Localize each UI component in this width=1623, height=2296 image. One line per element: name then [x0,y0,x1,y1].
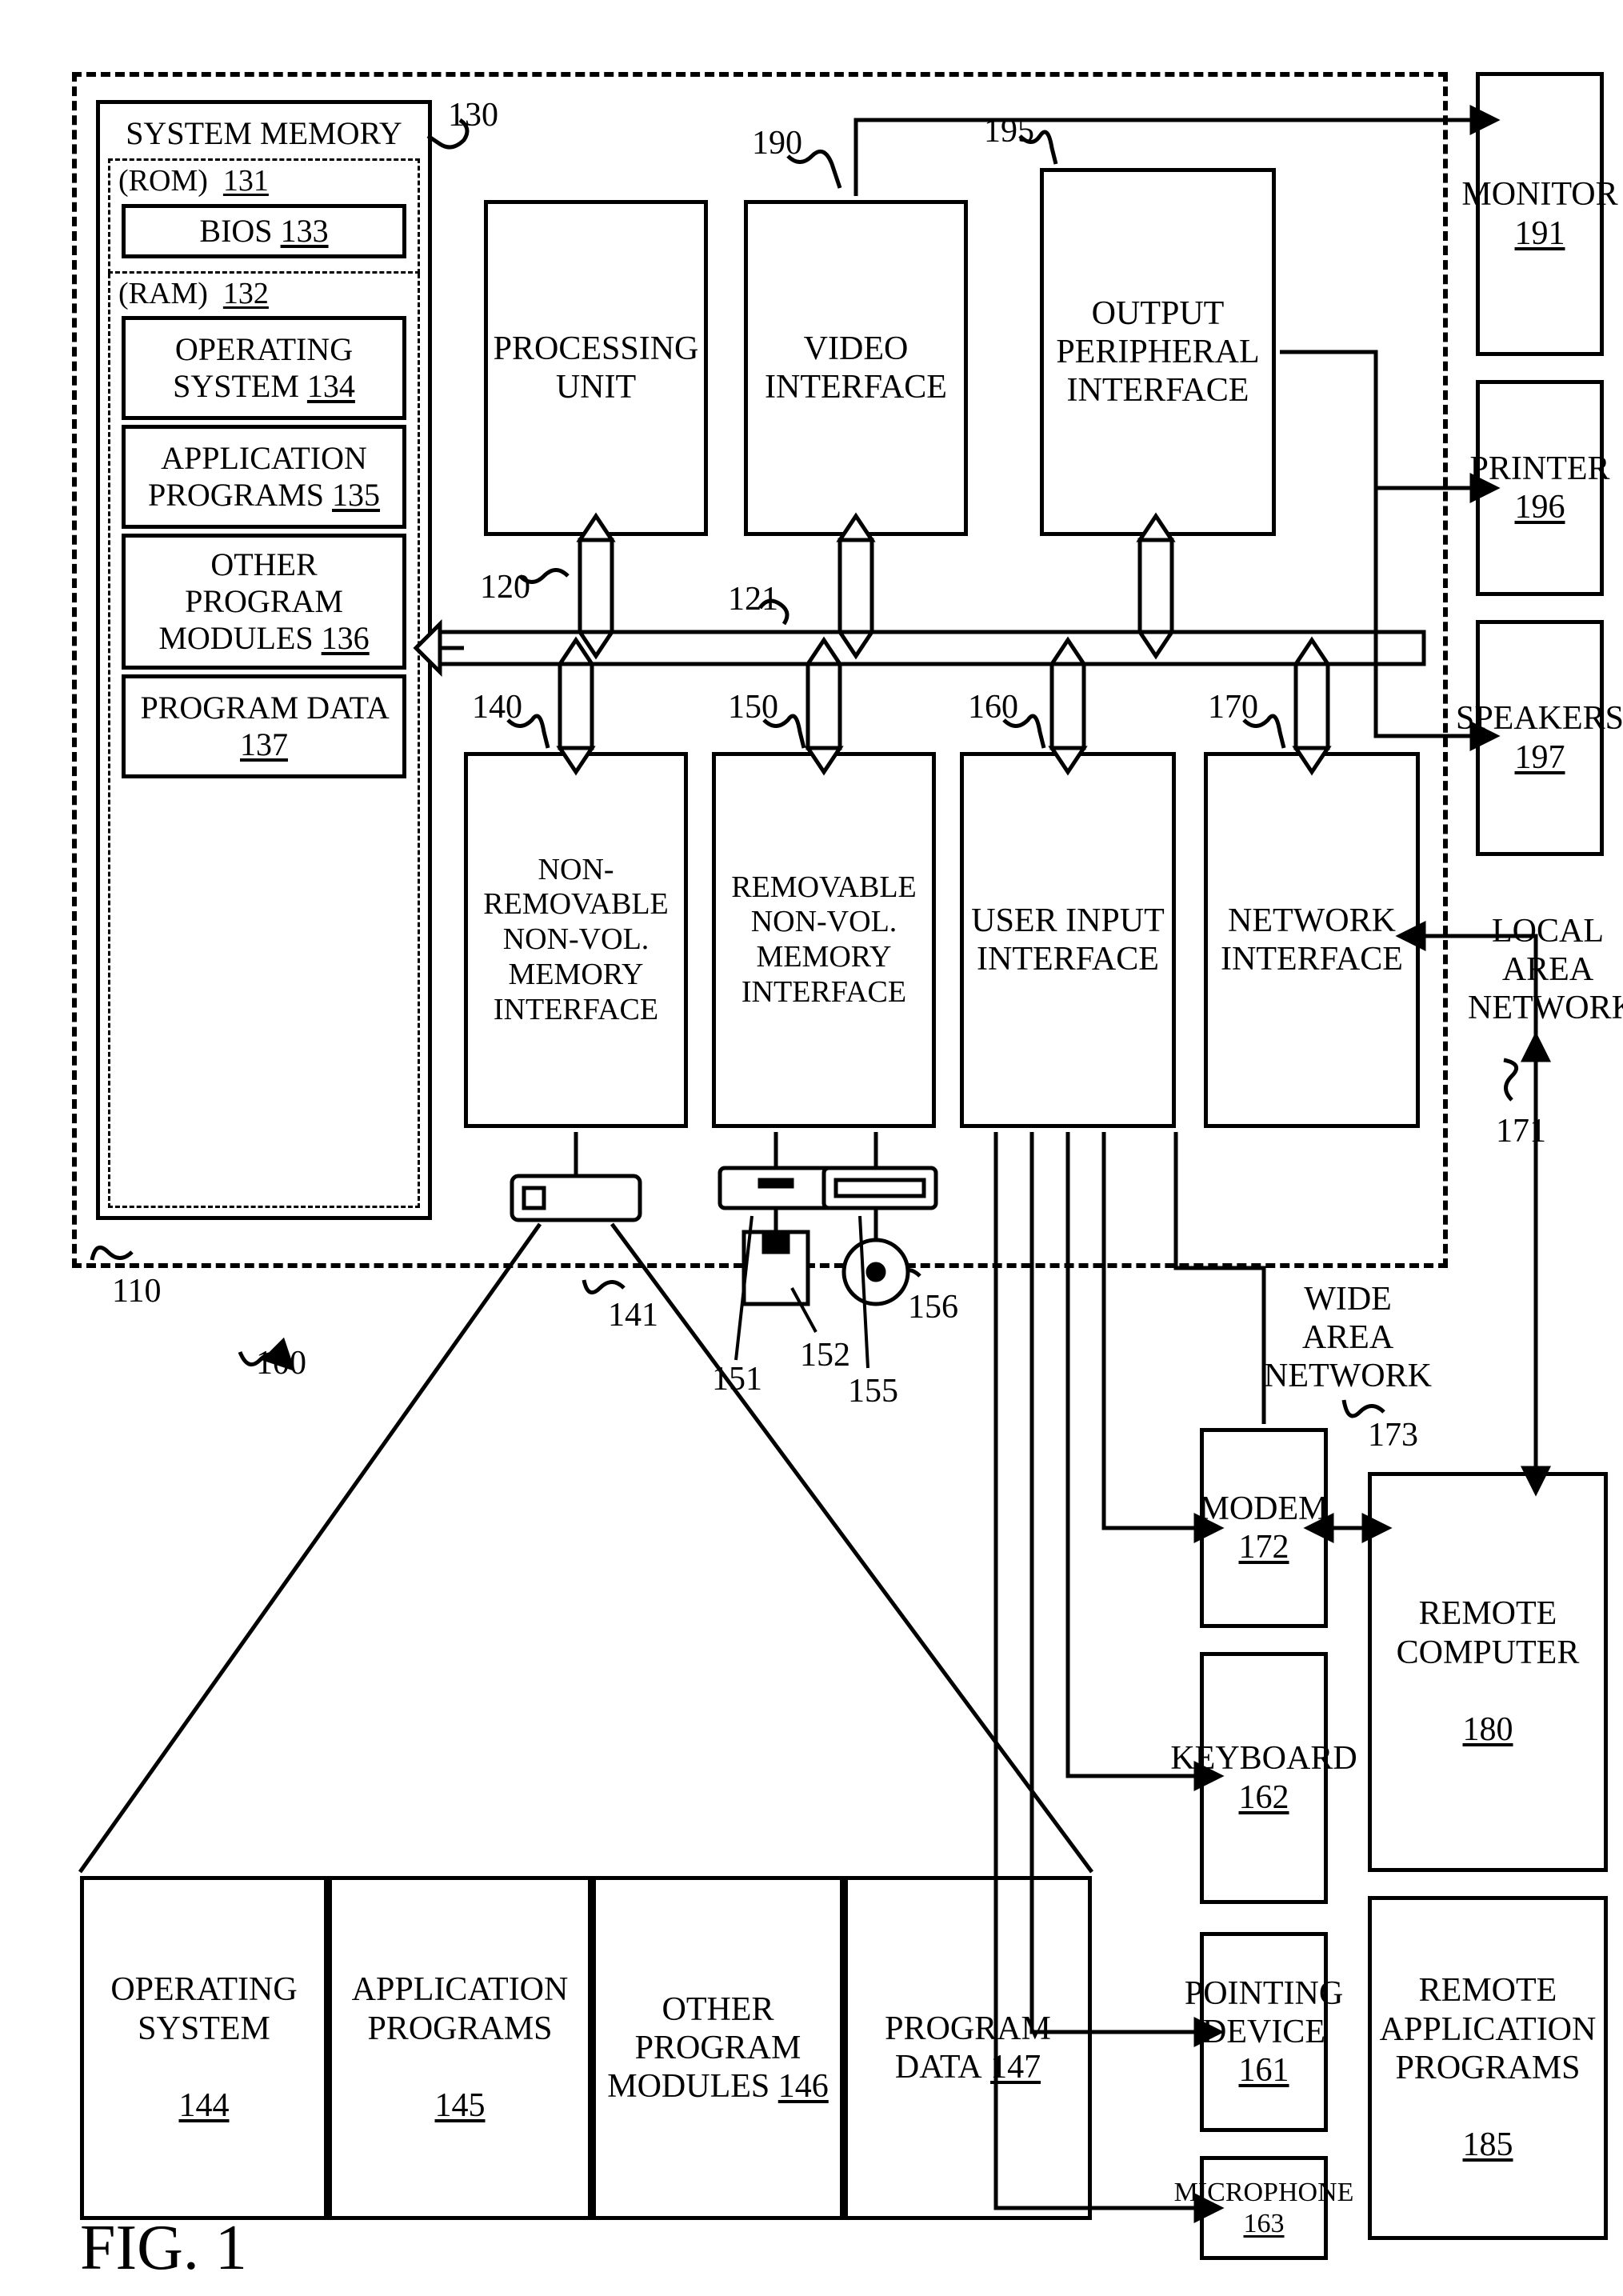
ref-151: 151 [712,1360,762,1398]
output-peripheral-interface-box: OUTPUT PERIPHERAL INTERFACE [1040,168,1276,536]
processing-unit-box: PROCESSING UNIT [484,200,708,536]
ref-160: 160 [968,688,1018,726]
apps-hdd-box: APPLICATION PROGRAMS145 [328,1876,592,2220]
ref-141: 141 [608,1296,658,1334]
ref-121: 121 [728,580,778,618]
microphone-box: MICROPHONE163 [1200,2156,1328,2260]
ref-156: 156 [908,1288,958,1326]
system-memory-box: SYSTEM MEMORY (ROM) 131 BIOS 133 (RAM) 1… [96,100,432,1220]
wan-label: WIDE AREANETWORK [1260,1280,1436,1395]
ram-label: (RAM) [118,277,208,310]
ram-ref: 132 [223,277,269,310]
os-hdd-box: OPERATING SYSTEM144 [80,1876,328,2220]
os-ram-box: OPERATING SYSTEM 134 [122,316,406,420]
speakers-box: SPEAKERS197 [1476,620,1604,856]
remote-apps-box: REMOTE APPLICATION PROGRAMS185 [1368,1896,1608,2240]
video-interface-box: VIDEO INTERFACE [744,200,968,536]
user-input-interface-box: USER INPUT INTERFACE [960,752,1176,1128]
ref-170: 170 [1208,688,1258,726]
network-interface-box: NETWORK INTERFACE [1204,752,1420,1128]
lan-label: LOCAL AREA NETWORK [1468,912,1623,1027]
ref-120: 120 [480,568,530,606]
diagram-canvas: SYSTEM MEMORY (ROM) 131 BIOS 133 (RAM) 1… [16,16,1623,2280]
ref-152: 152 [800,1336,850,1374]
removable-memory-interface-box: REMOVABLENON-VOL.MEMORYINTERFACE [712,752,936,1128]
ref-173: 173 [1368,1416,1418,1454]
monitor-box: MONITOR191 [1476,72,1604,356]
rom-ref: 131 [223,164,269,198]
ref-130: 130 [448,96,498,134]
apps-ram-box: APPLICATION PROGRAMS 135 [122,425,406,529]
rom-label: (ROM) [118,164,208,198]
ref-150: 150 [728,688,778,726]
mods-ram-box: OTHER PROGRAM MODULES 136 [122,534,406,670]
bios-box: BIOS 133 [122,204,406,258]
ref-100: 100 [256,1344,306,1382]
mods-hdd-box: OTHERPROGRAMMODULES 146 [592,1876,844,2220]
figure-label: FIG. 1 [80,2212,247,2285]
data-hdd-box: PROGRAMDATA 147 [844,1876,1092,2220]
ref-190: 190 [752,124,802,162]
ref-140: 140 [472,688,522,726]
keyboard-box: KEYBOARD162 [1200,1652,1328,1904]
sys-mem-label: SYSTEM MEMORY [126,115,402,151]
ref-155: 155 [848,1372,898,1410]
data-ram-box: PROGRAM DATA 137 [122,674,406,778]
ref-171: 171 [1496,1112,1546,1150]
pointing-device-box: POINTING DEVICE161 [1200,1932,1328,2132]
modem-box: MODEM172 [1200,1428,1328,1628]
remote-computer-box: REMOTE COMPUTER180 [1368,1472,1608,1872]
printer-box: PRINTER196 [1476,380,1604,596]
ref-110: 110 [112,1272,161,1310]
nonremovable-memory-interface-box: NON-REMOVABLENON-VOL.MEMORYINTERFACE [464,752,688,1128]
ref-195: 195 [984,112,1034,150]
